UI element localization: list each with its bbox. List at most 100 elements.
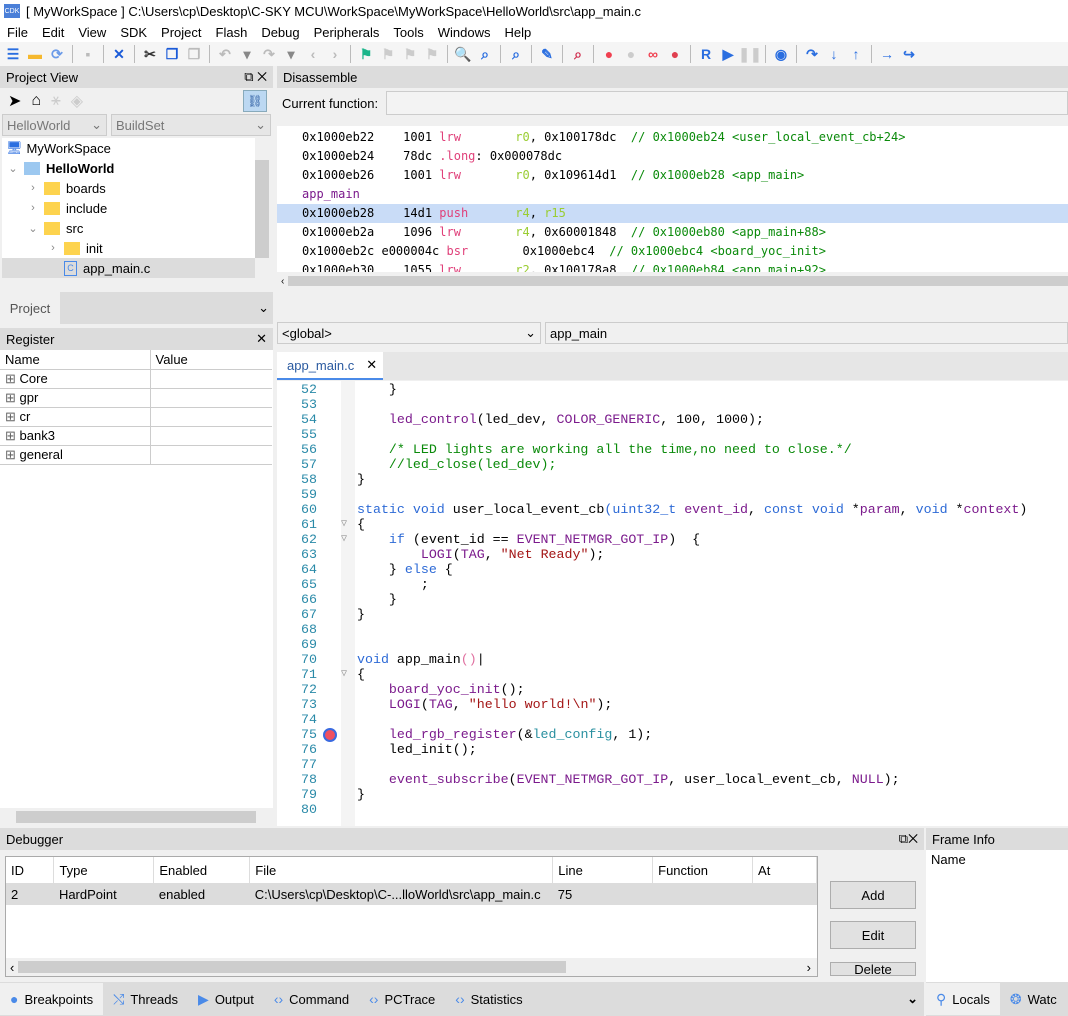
code-line[interactable]: 62 ▽ if (event_id == EVENT_NETMGR_GOT_IP)… [277, 532, 1068, 547]
line-number[interactable]: 77 [277, 757, 317, 772]
line-number[interactable]: 57 [277, 457, 317, 472]
code-line[interactable]: 75 led_rgb_register(&led_config, 1); [277, 727, 1068, 742]
expand-plus-icon[interactable]: ⊞ [5, 390, 20, 405]
tab-command[interactable]: ‹› Command [264, 983, 359, 1015]
step-out-icon[interactable]: ↑ [847, 45, 865, 63]
tree-item[interactable]: 🖥 MyWorkSpace [2, 138, 255, 158]
column-header[interactable]: File [249, 857, 554, 883]
register-hscrollbar[interactable] [0, 808, 273, 826]
step-over-instruction-icon[interactable]: ↪ [900, 45, 918, 63]
line-number[interactable]: 56 [277, 442, 317, 457]
menu-help[interactable]: Help [498, 25, 539, 40]
project-combo[interactable]: HelloWorld ⌄ [2, 114, 107, 136]
disasm-row[interactable]: 0x1000eb26 1001 lrw r0, 0x109614d1 // 0x1… [277, 166, 1068, 185]
line-number[interactable]: 63 [277, 547, 317, 562]
code-line[interactable]: 80 [277, 802, 1068, 817]
line-number[interactable]: 75 [277, 727, 317, 742]
breakpoint-arrow-icon[interactable] [323, 728, 337, 742]
code-line[interactable]: 79} [277, 787, 1068, 802]
new-file-icon[interactable]: ☰ [4, 45, 22, 63]
run-icon[interactable]: ▶ [719, 45, 737, 63]
tree-item[interactable]: › include [2, 198, 255, 218]
disable-breakpoints-icon[interactable]: ● [622, 45, 640, 63]
column-header[interactable]: Enabled [153, 857, 251, 883]
reset-icon[interactable]: R [697, 45, 715, 63]
tab-breakpoints[interactable]: ● Breakpoints [0, 983, 104, 1015]
code-line[interactable]: 77 [277, 757, 1068, 772]
line-number[interactable]: 54 [277, 412, 317, 427]
line-number[interactable]: 61 [277, 517, 317, 532]
float-close-icon[interactable]: ⧉ ✕ [244, 69, 267, 85]
expand-chevron-icon[interactable]: › [26, 202, 40, 214]
bookmark-flag-icon[interactable]: ⚑ [357, 45, 375, 63]
float-close-icon[interactable]: ⧉✕ [899, 831, 918, 847]
next-bookmark-icon[interactable]: ⚑ [379, 45, 397, 63]
tree-scrollbar[interactable] [255, 144, 269, 284]
paste-icon[interactable]: ❐ [185, 45, 203, 63]
chevron-down-icon[interactable]: ⌄ [907, 991, 918, 1007]
line-number[interactable]: 70 [277, 652, 317, 667]
save-icon[interactable]: ▪ [79, 45, 97, 63]
home-icon[interactable]: ⌂ [31, 92, 41, 110]
line-number[interactable]: 60 [277, 502, 317, 517]
code-editor[interactable]: 52 } 53 54 led_control(led_dev, COLOR_GENE… [277, 381, 1068, 826]
breakpoints-hscrollbar[interactable]: ‹ › [6, 958, 817, 976]
column-header[interactable]: Name [0, 350, 150, 370]
line-number[interactable]: 78 [277, 772, 317, 787]
copy-icon[interactable]: ❐ [163, 45, 181, 63]
close-tab-icon[interactable]: ✕ [366, 357, 377, 373]
tab-pctrace[interactable]: ‹› PCTrace [359, 983, 445, 1015]
forward-icon[interactable]: › [326, 45, 344, 63]
column-header[interactable]: Function [652, 857, 754, 883]
tab-project[interactable]: Project [0, 292, 60, 324]
line-number[interactable]: 65 [277, 577, 317, 592]
tab-locals[interactable]: ⚲ Locals [926, 983, 1000, 1015]
breakpoint-ring-icon[interactable]: ∞ [644, 45, 662, 63]
hierarchy-icon[interactable]: ⚹ [51, 92, 61, 110]
line-number[interactable]: 62 [277, 532, 317, 547]
disasm-row[interactable]: 0x1000eb22 1001 lrw r0, 0x100178dc // 0x1… [277, 128, 1068, 147]
expand-plus-icon[interactable]: ⊞ [5, 428, 20, 443]
line-number[interactable]: 53 [277, 397, 317, 412]
line-number[interactable]: 66 [277, 592, 317, 607]
code-line[interactable]: 67} [277, 607, 1068, 622]
menu-flash[interactable]: Flash [209, 25, 255, 40]
code-line[interactable]: 56 /* LED lights are working all the tim… [277, 442, 1068, 457]
delete-breakpoints-icon[interactable]: ● [666, 45, 684, 63]
menu-sdk[interactable]: SDK [113, 25, 154, 40]
code-line[interactable]: 58} [277, 472, 1068, 487]
column-header[interactable]: Line [552, 857, 654, 883]
code-line[interactable]: 53 [277, 397, 1068, 412]
menu-edit[interactable]: Edit [35, 25, 71, 40]
code-line[interactable]: 74 [277, 712, 1068, 727]
breakpoint-row[interactable]: 2 HardPoint enabled C:\Users\cp\Desktop\C-.… [6, 883, 817, 905]
link-editor-icon[interactable]: ⛓ [243, 90, 267, 112]
function-combo[interactable]: app_main [545, 322, 1068, 344]
code-line[interactable]: 52 } [277, 382, 1068, 397]
current-function-field[interactable] [386, 91, 1068, 115]
disasm-row[interactable]: 0x1000eb2a 1096 lrw r4, 0x60001848 // 0x1… [277, 223, 1068, 242]
fold-toggle-icon[interactable]: ▽ [341, 517, 347, 532]
expand-chevron-icon[interactable]: ⌄ [26, 222, 40, 235]
line-number[interactable]: 73 [277, 697, 317, 712]
expand-chevron-icon[interactable]: › [26, 182, 40, 194]
disasm-row[interactable]: 0x1000eb30 1055 lrw r2, 0x100178a8 // 0x1… [277, 261, 1068, 272]
step-over-icon[interactable]: ↷ [803, 45, 821, 63]
register-row[interactable]: ⊞ bank3 [0, 426, 272, 446]
step-into-icon[interactable]: ↓ [825, 45, 843, 63]
cut-icon[interactable]: ✂ [141, 45, 159, 63]
line-number[interactable]: 55 [277, 427, 317, 442]
scope-combo[interactable]: <global> ⌄ [277, 322, 541, 344]
line-number[interactable]: 52 [277, 382, 317, 397]
menu-view[interactable]: View [71, 25, 113, 40]
stop-icon[interactable]: ◉ [772, 45, 790, 63]
column-header[interactable]: Type [53, 857, 155, 883]
build-icon[interactable]: ✎ [538, 45, 556, 63]
code-line[interactable]: 61 ▽ { [277, 517, 1068, 532]
expand-plus-icon[interactable]: ⊞ [5, 409, 20, 424]
refresh-icon[interactable]: ⟳ [48, 45, 66, 63]
column-header[interactable]: Value [149, 350, 272, 370]
open-folder-icon[interactable]: ▬ [26, 45, 44, 63]
expand-chevron-icon[interactable]: ⌄ [6, 162, 20, 175]
tree-item[interactable]: Capp_main.c [2, 258, 255, 278]
